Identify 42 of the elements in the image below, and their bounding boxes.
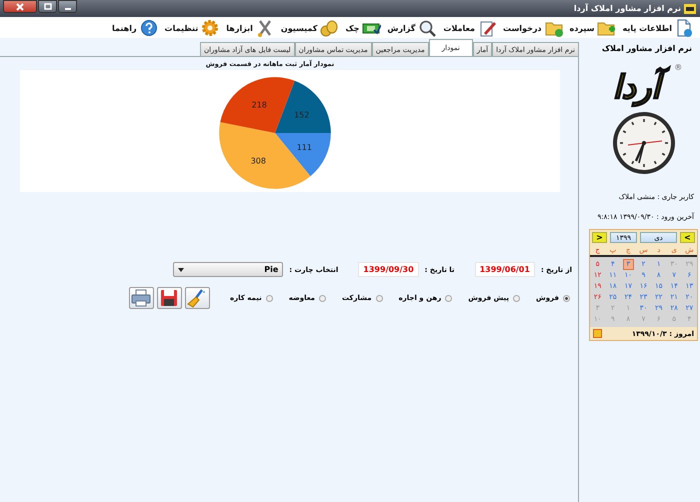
next-month-button[interactable]: > bbox=[680, 232, 695, 243]
toolbar-button[interactable]: سپرده bbox=[570, 19, 616, 37]
toolbar-button[interactable]: اطلاعات پایه bbox=[622, 19, 694, 37]
maximize-button[interactable] bbox=[38, 0, 57, 13]
from-date-field[interactable]: 1399/06/01 bbox=[474, 262, 535, 277]
radio-button[interactable] bbox=[266, 294, 273, 302]
clear-button[interactable] bbox=[184, 287, 210, 309]
toolbar-button[interactable]: کمیسیون bbox=[280, 19, 340, 37]
clock-drawing bbox=[612, 112, 674, 174]
logo: آردا bbox=[604, 63, 668, 111]
search-icon bbox=[418, 19, 438, 37]
previous-month-button[interactable]: < bbox=[592, 232, 607, 243]
floppy-icon bbox=[159, 288, 180, 308]
sidebar-title: نرم افزار مشاور املاک bbox=[600, 44, 693, 53]
radio-button[interactable] bbox=[445, 294, 452, 302]
broom-icon bbox=[187, 288, 208, 308]
toolbar-button[interactable]: چک bbox=[345, 19, 382, 37]
toolbar-button[interactable]: تنظیمات bbox=[164, 19, 220, 37]
app-icon bbox=[684, 4, 696, 14]
toolbar-button[interactable]: درخواست bbox=[502, 19, 564, 37]
printer-icon bbox=[131, 288, 152, 308]
maximize-icon bbox=[44, 3, 52, 10]
toolbar-button[interactable]: معاملات bbox=[443, 19, 497, 37]
chart-type-dropdown[interactable]: Pie bbox=[173, 262, 284, 277]
radio-button[interactable] bbox=[513, 294, 520, 302]
toolbar-button[interactable]: ابزارها bbox=[226, 19, 275, 37]
toolbar-button[interactable]: گزارش bbox=[387, 19, 438, 37]
dropdown-arrow-icon bbox=[178, 268, 184, 272]
save-button[interactable] bbox=[156, 287, 182, 309]
radio-button[interactable] bbox=[319, 294, 326, 302]
close-button[interactable] bbox=[3, 0, 37, 13]
radio-button[interactable] bbox=[376, 294, 383, 302]
close-icon bbox=[16, 2, 24, 10]
minimize-button[interactable] bbox=[58, 0, 77, 13]
gear-icon bbox=[201, 19, 220, 37]
toolbar-button[interactable]: راهنما bbox=[112, 19, 159, 37]
to-date-field[interactable]: 1399/09/30 bbox=[358, 262, 419, 277]
print-button[interactable] bbox=[128, 287, 154, 309]
registered-mark: ® bbox=[674, 63, 682, 72]
radio-button[interactable] bbox=[563, 294, 570, 302]
coins-icon bbox=[320, 19, 340, 37]
window-title: نرم افزار مشاور املاک آردا bbox=[574, 4, 681, 13]
